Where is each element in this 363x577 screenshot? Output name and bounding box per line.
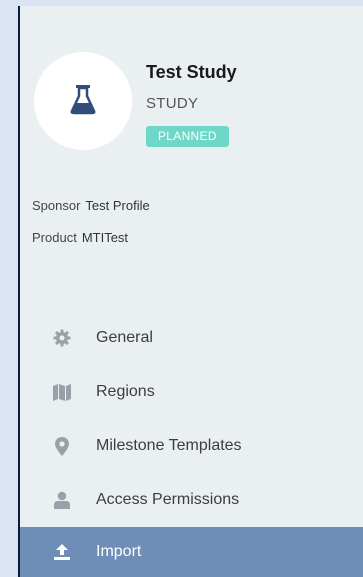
nav-item-label: General — [96, 329, 153, 346]
upload-icon — [52, 542, 72, 562]
nav-item-general[interactable]: General — [20, 311, 363, 365]
nav-item-label: Access Permissions — [96, 491, 240, 508]
study-sidebar: Test Study STUDY PLANNED Sponsor Test Pro… — [18, 6, 363, 577]
nav-item-regions[interactable]: Regions — [20, 365, 363, 419]
flask-icon — [66, 82, 100, 121]
nav-item-access-permissions[interactable]: Access Permissions — [20, 473, 363, 527]
nav-item-import[interactable]: Import — [20, 527, 363, 577]
gear-icon — [52, 328, 72, 348]
product-label: Product — [32, 230, 77, 245]
study-type-label: STUDY — [146, 95, 199, 112]
nav-item-label: Import — [96, 543, 142, 560]
product-row: Product MTITest — [32, 230, 128, 245]
sponsor-row: Sponsor Test Profile — [32, 198, 150, 213]
user-icon — [52, 490, 72, 510]
map-icon — [52, 382, 72, 402]
study-title: Test Study — [146, 62, 237, 82]
nav-item-label: Milestone Templates — [96, 437, 242, 454]
map-pin-icon — [52, 436, 72, 456]
study-avatar — [34, 52, 132, 150]
nav-item-label: Regions — [96, 383, 155, 400]
nav-item-milestone-templates[interactable]: Milestone Templates — [20, 419, 363, 473]
product-value: MTITest — [81, 230, 129, 245]
sponsor-label: Sponsor — [32, 198, 81, 213]
status-badge: PLANNED — [146, 126, 229, 147]
sponsor-value: Test Profile — [85, 198, 150, 213]
